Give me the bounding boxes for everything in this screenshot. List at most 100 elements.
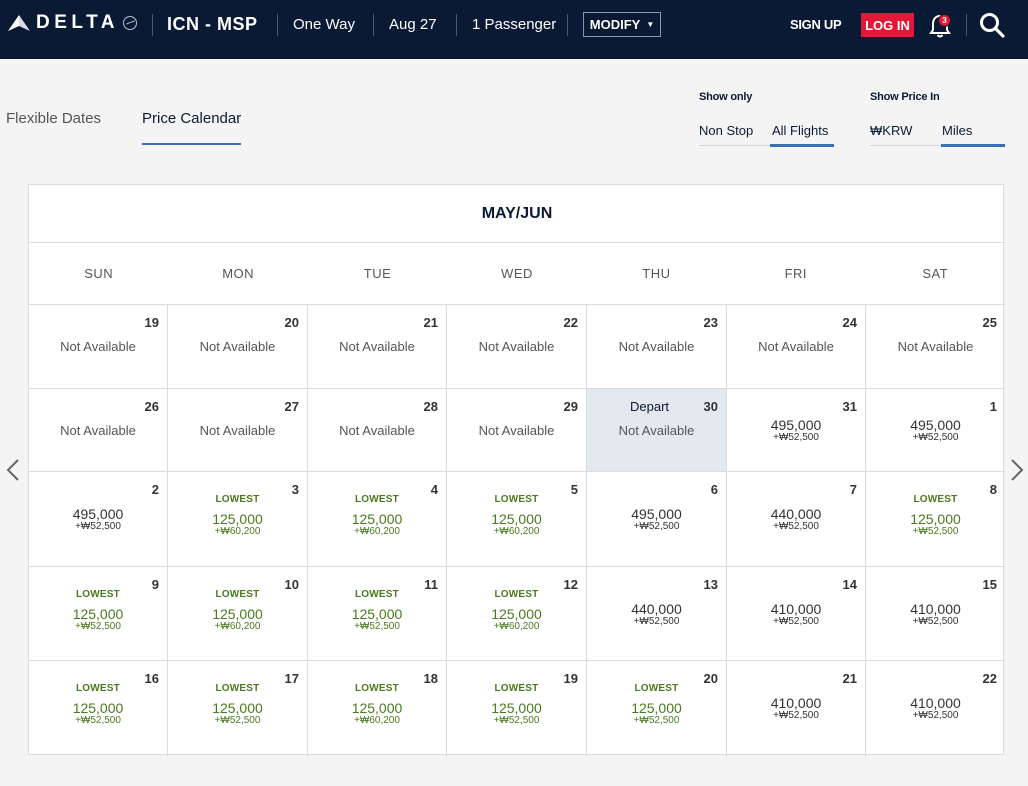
price-amount: 125,000 [491, 700, 542, 716]
calendar-day-cell[interactable]: 22 410,000 +₩52,500 [866, 661, 1005, 756]
calendar-day-cell: 28 Not Available [308, 389, 447, 471]
calendar-day-cell: 22 Not Available [447, 305, 587, 388]
not-available-text: Not Available [60, 339, 136, 354]
not-available-text: Not Available [60, 423, 136, 438]
trip-type-label[interactable]: One Way [293, 16, 355, 33]
fee-amount: +₩52,500 [75, 521, 121, 532]
next-arrow-icon[interactable] [1010, 458, 1024, 482]
prev-arrow-icon[interactable] [6, 458, 20, 482]
globe-icon [123, 16, 138, 30]
calendar-day-cell[interactable]: 19 LOWEST 125,000 +₩52,500 [447, 661, 587, 756]
calendar-day-cell[interactable]: 14 410,000 +₩52,500 [727, 567, 866, 660]
price-amount: 125,000 [212, 700, 263, 716]
modify-button[interactable]: MODIFY ▼ [583, 12, 661, 37]
calendar-day-cell[interactable]: 4 LOWEST 125,000 +₩60,200 [308, 472, 447, 566]
calendar-day-cell[interactable]: 8 LOWEST 125,000 +₩52,500 [866, 472, 1005, 566]
calendar-day-cell[interactable]: 21 410,000 +₩52,500 [727, 661, 866, 756]
day-number: 21 [423, 315, 438, 330]
day-number: 28 [423, 399, 438, 414]
tab-price-calendar[interactable]: Price Calendar [142, 110, 241, 127]
day-number: 20 [284, 315, 299, 330]
calendar-day-cell[interactable]: 31 495,000 +₩52,500 [727, 389, 866, 471]
calendar-day-cell[interactable]: 16 LOWEST 125,000 +₩52,500 [29, 661, 168, 756]
header-divider [456, 14, 457, 36]
fee-amount: +₩52,500 [633, 521, 680, 532]
day-number: 13 [703, 577, 718, 592]
fee-amount: +₩52,500 [75, 621, 121, 632]
modify-label: MODIFY [589, 17, 641, 32]
fee-amount: +₩60,200 [493, 526, 540, 537]
month-title: MAY/JUN [29, 185, 1005, 243]
lowest-badge: LOWEST [913, 494, 958, 505]
calendar-day-cell[interactable]: 7 440,000 +₩52,500 [727, 472, 866, 566]
day-number: 21 [842, 671, 857, 686]
price-amount: 125,000 [351, 700, 403, 716]
fee-amount: +₩52,500 [354, 621, 400, 632]
price-amount: 495,000 [631, 506, 682, 522]
calendar-day-cell: 23 Not Available [587, 305, 727, 388]
active-tab-indicator [142, 143, 241, 145]
day-number: 6 [710, 482, 718, 497]
calendar-day-cell: 25 Not Available [866, 305, 1005, 388]
tab-flexible-dates[interactable]: Flexible Dates [6, 110, 101, 127]
fee-amount: +₩52,500 [75, 715, 121, 726]
fee-amount: +₩52,500 [912, 616, 959, 627]
day-number: 31 [842, 399, 857, 414]
not-available-text: Not Available [618, 339, 695, 354]
calendar-day-cell[interactable]: 12 LOWEST 125,000 +₩60,200 [447, 567, 587, 660]
not-available-text: Not Available [478, 423, 555, 438]
delta-logo[interactable]: DELTA [8, 12, 138, 34]
calendar-day-cell[interactable]: 1 495,000 +₩52,500 [866, 389, 1005, 471]
fee-amount: +₩52,500 [773, 521, 819, 532]
filter-non-stop[interactable]: Non Stop [699, 123, 753, 138]
passengers-label[interactable]: 1 Passenger [472, 16, 556, 33]
fee-amount: +₩60,200 [354, 526, 400, 537]
log-in-button[interactable]: LOG IN [861, 13, 914, 37]
calendar-day-cell[interactable]: 13 440,000 +₩52,500 [587, 567, 727, 660]
calendar-day-cell[interactable]: 3 LOWEST 125,000 +₩60,200 [168, 472, 308, 566]
search-icon[interactable] [979, 12, 1005, 38]
show-price-in-label: Show Price In [870, 91, 940, 103]
fee-amount: +₩52,500 [912, 710, 959, 721]
calendar-day-cell[interactable]: 20 LOWEST 125,000 +₩52,500 [587, 661, 727, 756]
not-available-text: Not Available [199, 339, 276, 354]
route-label[interactable]: ICN - MSP [167, 14, 258, 35]
day-number: 23 [703, 315, 718, 330]
not-available-text: Not Available [758, 339, 834, 354]
calendar-day-cell[interactable]: 18 LOWEST 125,000 +₩60,200 [308, 661, 447, 756]
price-amount: 125,000 [491, 606, 542, 622]
calendar-day-cell[interactable]: 11 LOWEST 125,000 +₩52,500 [308, 567, 447, 660]
price-miles-option[interactable]: Miles [942, 123, 972, 138]
sign-up-link[interactable]: SIGN UP [790, 17, 842, 32]
calendar-day-cell[interactable]: 5 LOWEST 125,000 +₩60,200 [447, 472, 587, 566]
calendar-day-cell: 19 Not Available [29, 305, 168, 388]
price-amount: 440,000 [631, 601, 682, 617]
price-amount: 495,000 [910, 417, 961, 433]
calendar-day-cell: 30 Depart Not Available [587, 389, 727, 471]
calendar-day-cell[interactable]: 17 LOWEST 125,000 +₩52,500 [168, 661, 308, 756]
calendar-day-cell[interactable]: 9 LOWEST 125,000 +₩52,500 [29, 567, 168, 660]
calendar-day-cell[interactable]: 2 495,000 +₩52,500 [29, 472, 168, 566]
fee-amount: +₩52,500 [493, 715, 540, 726]
travel-date-label[interactable]: Aug 27 [389, 16, 437, 33]
day-number: 29 [563, 399, 578, 414]
delta-widget-logo-icon [8, 15, 30, 31]
calendar-day-cell[interactable]: 10 LOWEST 125,000 +₩60,200 [168, 567, 308, 660]
fee-amount: +₩52,500 [912, 432, 959, 443]
header-divider [567, 14, 568, 36]
fee-amount: +₩52,500 [633, 616, 680, 627]
day-number: 22 [563, 315, 578, 330]
calendar-day-cell[interactable]: 6 495,000 +₩52,500 [587, 472, 727, 566]
price-amount: 125,000 [351, 606, 403, 622]
filter-all-flights[interactable]: All Flights [772, 123, 828, 138]
show-only-label: Show only [699, 91, 753, 103]
calendar-day-cell: 24 Not Available [727, 305, 866, 388]
day-number: 25 [982, 315, 997, 330]
header-divider [152, 14, 153, 36]
lowest-badge: LOWEST [76, 683, 120, 694]
fee-amount: +₩52,500 [214, 715, 261, 726]
calendar-day-cell[interactable]: 15 410,000 +₩52,500 [866, 567, 1005, 660]
calendar-day-cell: 20 Not Available [168, 305, 308, 388]
price-krw-option[interactable]: ₩KRW [870, 123, 912, 138]
lowest-badge: LOWEST [76, 589, 120, 600]
